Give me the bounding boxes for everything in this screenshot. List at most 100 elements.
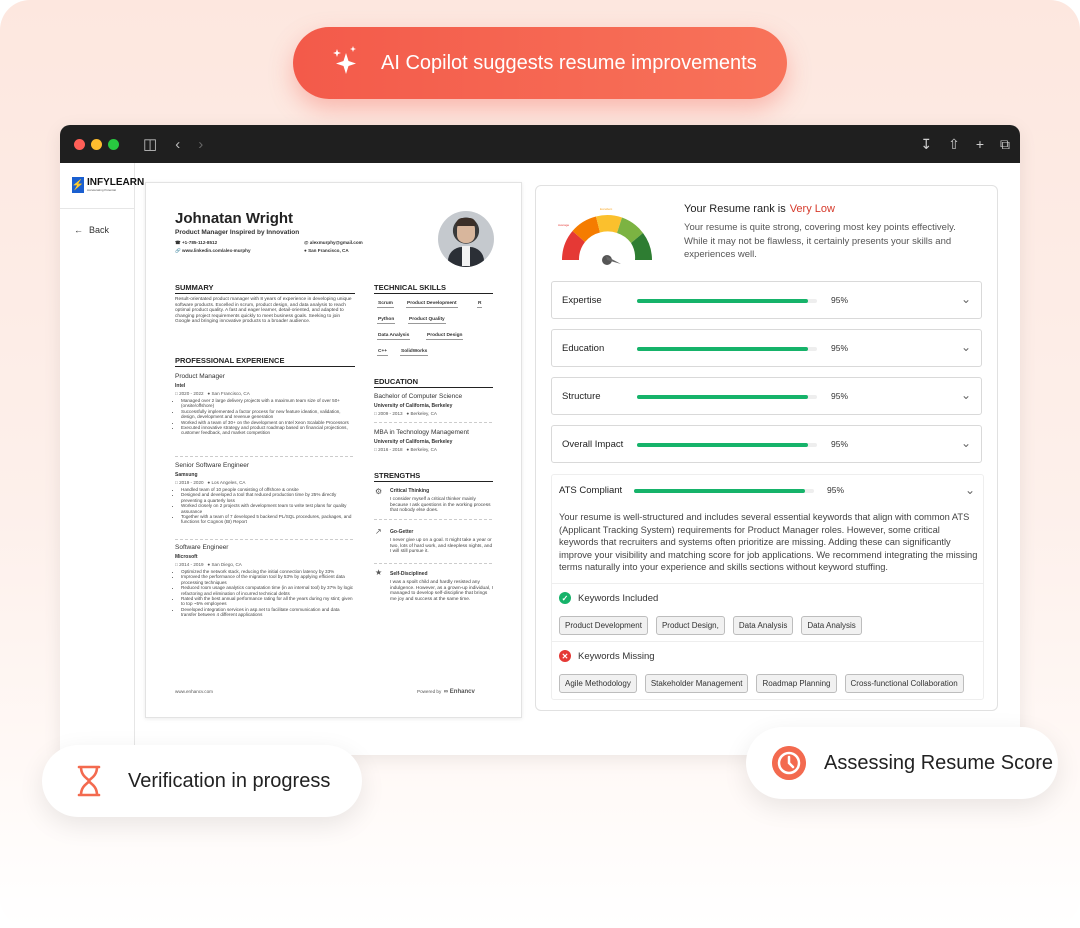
sparkle-icon: [333, 46, 356, 74]
keyword-chip: Product Development: [559, 616, 648, 635]
forward-arrow-icon[interactable]: ›: [198, 136, 203, 153]
keyword-chip: Data Analysis: [732, 616, 794, 635]
sidebar-divider: [60, 208, 135, 209]
criterion-percent: 95%: [831, 439, 849, 449]
resume-footer-powered: Powered by ∞ Enhancv: [417, 689, 475, 695]
edu-meta: □ 2016 - 2018 ● Berkeley, CA: [374, 447, 437, 452]
ats-label: ATS Compliant: [559, 485, 623, 496]
back-label: Back: [89, 225, 110, 235]
chevron-down-icon[interactable]: ⌄: [961, 388, 971, 402]
criterion-structure[interactable]: Structure 95% ⌄: [551, 377, 982, 415]
resume-linkedin: 🔗 www.linkedin.com/alex-murphy: [175, 248, 251, 253]
rank-description: Your resume is quite strong, covering mo…: [684, 222, 956, 260]
chevron-down-icon[interactable]: ⌄: [961, 292, 971, 306]
skill-tag: Data Analysis: [377, 333, 411, 340]
job-role: Senior Software Engineer: [175, 462, 250, 469]
job-meta: □ 2020 - 2022 ● San Francisco, CA: [175, 391, 250, 396]
verification-card: Verification in progress: [42, 745, 362, 817]
rank-value: Very Low: [789, 203, 835, 215]
check-circle-icon: ✓: [559, 592, 571, 604]
edu-degree: Bachelor of Computer Science: [374, 393, 463, 400]
strength-divider: [374, 519, 492, 520]
profile-photo: [438, 211, 494, 267]
minimize-window-button[interactable]: [91, 138, 102, 150]
progress-bar: [637, 299, 817, 303]
back-arrow-icon[interactable]: ‹: [175, 136, 180, 153]
resume-preview: Johnatan Wright Product Manager Inspired…: [145, 182, 522, 718]
job-meta: □ 2019 - 2020 ● Los Angeles, CA: [175, 480, 246, 485]
chevron-up-icon[interactable]: ⌄: [965, 483, 975, 497]
skill-tag: Scrum: [377, 301, 394, 308]
resume-score-panel: Average Excellent Your Resume rank is Ver…: [535, 185, 998, 711]
back-link[interactable]: ← Back: [74, 225, 109, 235]
strength-text: I consider myself a critical thinker mai…: [390, 497, 491, 514]
skill-tag: R: [477, 301, 483, 308]
rank-title: Your Resume rank is Very Low: [684, 203, 835, 215]
job-company: Microsoft: [175, 554, 198, 560]
download-icon[interactable]: ↧: [920, 136, 932, 153]
strengths-heading: STRENGTHS: [374, 471, 493, 482]
new-tab-icon[interactable]: +: [976, 136, 984, 152]
ai-copilot-banner: AI Copilot suggests resume improvements: [293, 27, 787, 99]
close-window-button[interactable]: [74, 138, 85, 150]
keyword-chip: Roadmap Planning: [756, 674, 837, 693]
progress-fill: [637, 395, 808, 399]
keyword-chip: Cross-functional Collaboration: [844, 674, 964, 693]
score-gauge: Average Excellent: [558, 207, 652, 265]
assessing-card: Assessing Resume Score: [746, 727, 1058, 799]
app-sidebar: ⚡ INFYLEARN Accelerating Potential ← Bac…: [60, 163, 144, 755]
summary-text: Result-orientated product manager with 8…: [175, 297, 352, 325]
edu-divider: [374, 422, 492, 423]
criterion-overall-impact[interactable]: Overall Impact 95% ⌄: [551, 425, 982, 463]
progress-fill: [637, 443, 808, 447]
strength-text: I never give up on a goal. It might take…: [390, 538, 493, 555]
sidebar-toggle-icon[interactable]: ◫: [143, 135, 157, 153]
progress-bar: [637, 443, 817, 447]
experience-heading: PROFESSIONAL EXPERIENCE: [175, 356, 355, 367]
strength-title: Self-Disciplined: [390, 571, 428, 577]
job-role: Product Manager: [175, 373, 225, 380]
star-icon: ★: [375, 568, 383, 577]
strength-title: Go-Getter: [390, 529, 414, 535]
summary-heading: SUMMARY: [175, 283, 355, 294]
logo-name: INFYLEARN: [87, 177, 145, 188]
divider: [552, 641, 983, 642]
ats-percent: 95%: [827, 485, 845, 495]
criterion-percent: 95%: [831, 343, 849, 353]
share-icon[interactable]: ⇧: [948, 136, 960, 153]
progress-fill: [637, 347, 808, 351]
skill-tag: Product Design: [426, 333, 464, 340]
edu-degree: MBA in Technology Management: [374, 429, 469, 436]
education-heading: EDUCATION: [374, 377, 493, 388]
x-circle-icon: ✕: [559, 650, 571, 662]
gear-icon: ⚙: [375, 487, 383, 496]
banner-text: AI Copilot suggests resume improvements: [381, 51, 757, 74]
progress-bar: [634, 489, 814, 493]
ats-compliant-section: ATS Compliant 95% ⌄ Your resume is well-…: [551, 474, 984, 700]
skill-tag: SolidWorks: [400, 349, 429, 356]
infylearn-logo[interactable]: ⚡ INFYLEARN Accelerating Potential: [72, 177, 144, 193]
resume-title: Product Manager Inspired by Innovation: [175, 229, 300, 236]
criterion-expertise[interactable]: Expertise 95% ⌄: [551, 281, 982, 319]
gauge-label-excellent: Excellent: [600, 207, 612, 211]
arrow-left-icon: ←: [74, 225, 83, 235]
resume-email: @ alexmurphy@gmail.com: [304, 240, 363, 245]
tabs-overview-icon[interactable]: ⧉: [1000, 136, 1010, 153]
chevron-down-icon[interactable]: ⌄: [961, 340, 971, 354]
logo-tagline: Accelerating Potential: [87, 188, 117, 192]
browser-window: ◫ ‹ › ↧ ⇧ + ⧉ ⚡ INFYLEARN Accelerating P…: [60, 125, 1020, 755]
ats-description: Your resume is well-structured and inclu…: [559, 512, 978, 572]
keyword-chip: Product Design,: [655, 616, 725, 635]
criterion-education[interactable]: Education 95% ⌄: [551, 329, 982, 367]
progress-fill: [634, 489, 805, 493]
hero-background: AI Copilot suggests resume improvements …: [0, 0, 1080, 928]
maximize-window-button[interactable]: [108, 138, 119, 150]
chevron-down-icon[interactable]: ⌄: [961, 436, 971, 450]
keywords-included-list: Product Development Product Design, Data…: [559, 616, 862, 635]
divider: [552, 583, 983, 584]
keyword-chip: Data Analysis: [801, 616, 862, 635]
skill-tag: Product Development: [406, 301, 458, 308]
progress-fill: [637, 299, 808, 303]
verification-text: Verification in progress: [128, 769, 331, 792]
app-content: ⚡ INFYLEARN Accelerating Potential ← Bac…: [60, 163, 1020, 755]
